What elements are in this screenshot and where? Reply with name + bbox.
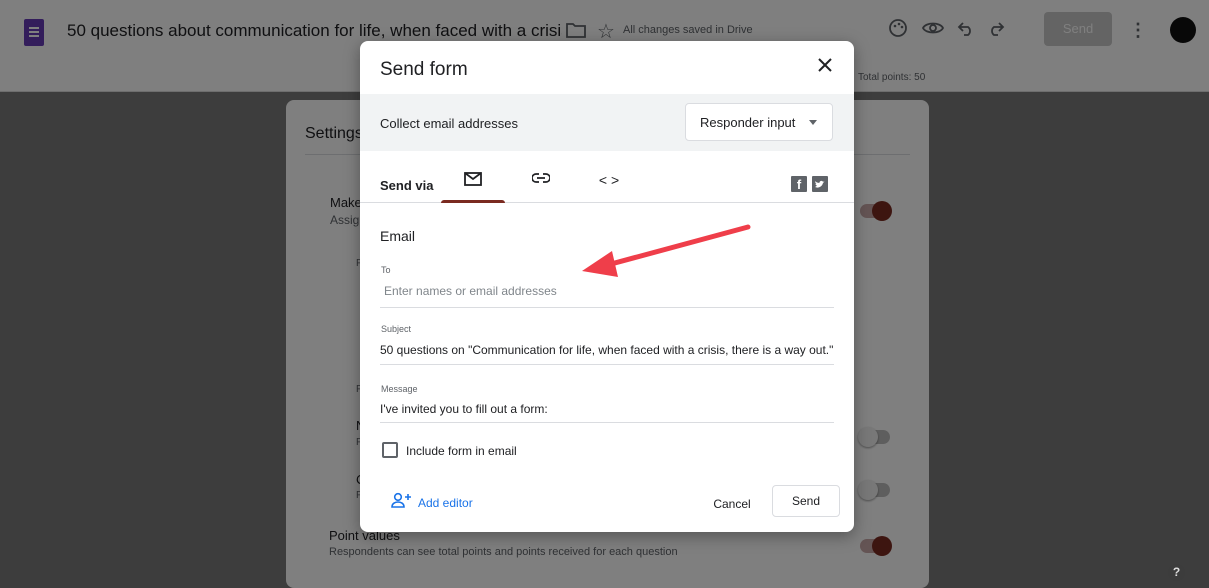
mail-icon — [464, 172, 482, 186]
collect-email-label: Collect email addresses — [380, 116, 519, 131]
to-label: To — [381, 265, 391, 275]
tab-link[interactable] — [509, 165, 573, 203]
close-icon[interactable] — [818, 55, 832, 78]
include-form-checkbox[interactable] — [382, 442, 398, 458]
message-label: Message — [381, 384, 418, 394]
send-form-dialog: Send form Collect email addresses Respon… — [360, 41, 854, 532]
include-form-label: Include form in email — [406, 444, 517, 458]
collect-email-select[interactable]: Responder input — [685, 103, 833, 141]
dropdown-arrow-icon — [809, 120, 817, 125]
help-button[interactable]: ? — [1168, 564, 1185, 581]
message-input[interactable]: I've invited you to fill out a form: — [380, 402, 834, 423]
tab-embed[interactable]: < > — [577, 165, 641, 203]
send-button[interactable]: Send — [772, 485, 840, 517]
annotation-arrow-icon — [582, 224, 751, 277]
add-person-icon — [391, 492, 411, 508]
collect-email-value: Responder input — [700, 115, 796, 130]
subject-input[interactable]: 50 questions on "Communication for life,… — [380, 343, 834, 365]
collect-email-row: Collect email addresses Responder input — [360, 94, 854, 151]
add-editor-label: Add editor — [418, 496, 473, 510]
facebook-icon[interactable]: f — [791, 176, 807, 192]
cancel-button[interactable]: Cancel — [703, 489, 761, 519]
embed-code-icon: < > — [598, 172, 620, 188]
send-via-label: Send via — [380, 178, 434, 193]
subject-label: Subject — [381, 324, 412, 334]
send-via-row: Send via < > f — [360, 151, 854, 203]
dialog-title: Send form — [380, 59, 468, 80]
link-icon — [531, 173, 551, 183]
tab-email[interactable] — [441, 165, 505, 203]
to-input[interactable]: Enter names or email addresses — [380, 284, 834, 308]
twitter-icon[interactable] — [812, 176, 828, 192]
email-heading: Email — [380, 228, 416, 244]
